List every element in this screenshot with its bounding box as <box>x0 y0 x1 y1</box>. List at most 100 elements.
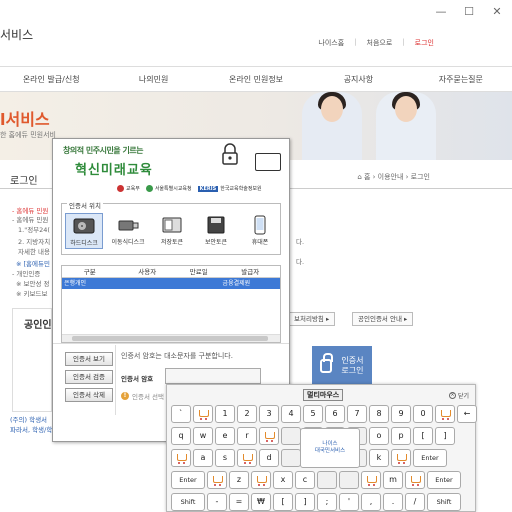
blank-key[interactable] <box>339 471 359 489</box>
notice-text: ※ 보안성 정 <box>16 280 50 288</box>
blank-key-cart-icon[interactable] <box>361 471 381 489</box>
keyboard-key[interactable]: k <box>369 449 389 467</box>
blank-key[interactable] <box>281 449 301 467</box>
cert-login-button[interactable]: 인증서 로그인 <box>312 346 372 386</box>
keyboard-key[interactable]: 1 <box>215 405 235 423</box>
certificate-guide-button[interactable]: 공인인증서 안내 ▸ <box>352 312 414 326</box>
keyboard-key[interactable]: d <box>259 449 279 467</box>
keyboard-key[interactable]: 4 <box>281 405 301 423</box>
blank-key-cart-icon[interactable] <box>435 405 455 423</box>
horizontal-scrollbar[interactable] <box>62 334 280 342</box>
column-header[interactable]: 발급자 <box>221 266 280 277</box>
blank-key[interactable] <box>281 427 301 445</box>
link-home-start[interactable]: 처음으로 <box>367 38 393 48</box>
maximize-icon[interactable]: ☐ <box>462 5 476 18</box>
keyboard-key[interactable]: Shift <box>427 493 461 511</box>
keyboard-key[interactable]: r <box>237 427 257 445</box>
minimize-icon[interactable]: — <box>434 5 448 18</box>
keyboard-key[interactable]: 9 <box>391 405 411 423</box>
location-security-token[interactable]: 보안토큰 <box>197 213 235 249</box>
top-links: 나이스홈 | 처음으로 | 로그인 <box>318 38 434 48</box>
location-usb-drive[interactable]: 이동식디스크 <box>109 213 147 249</box>
keyboard-key[interactable]: s <box>215 449 235 467</box>
keyboard-key[interactable]: m <box>383 471 403 489</box>
keyboard-key[interactable]: - <box>207 493 227 511</box>
blank-key-cart-icon[interactable] <box>207 471 227 489</box>
keyboard-key[interactable]: Enter <box>413 449 447 467</box>
table-row[interactable]: 은행개인 금융결제원 <box>62 278 280 289</box>
blank-key-cart-icon[interactable] <box>405 471 425 489</box>
divider: | <box>402 38 405 46</box>
keyboard-key[interactable]: ; <box>317 493 337 511</box>
keyboard-key[interactable]: p <box>391 427 411 445</box>
close-icon[interactable]: ✕ <box>490 5 504 18</box>
nav-online-info[interactable]: 온라인 민원정보 <box>205 67 307 91</box>
keyboard-key[interactable]: = <box>229 493 249 511</box>
nav-faq[interactable]: 자주묻는질문 <box>410 67 512 91</box>
password-field[interactable] <box>165 368 261 384</box>
keyboard-key[interactable]: z <box>229 471 249 489</box>
column-header[interactable]: 만료일 <box>177 266 221 277</box>
notice-link[interactable]: ※ [홈에듀민 <box>16 258 50 268</box>
keyboard-key[interactable]: 5 <box>303 405 323 423</box>
keyboard-key[interactable]: x <box>273 471 293 489</box>
lock-icon <box>320 353 334 373</box>
keyboard-key[interactable]: ] <box>435 427 455 445</box>
blank-key-cart-icon[interactable] <box>193 405 213 423</box>
keyboard-key[interactable]: 7 <box>347 405 367 423</box>
nav-online-issue[interactable]: 온라인 발급/신청 <box>0 67 102 91</box>
keyboard-key[interactable]: [ <box>273 493 293 511</box>
blank-key-cart-icon[interactable] <box>251 471 271 489</box>
keyboard-close-button[interactable]: × 닫기 <box>448 391 469 400</box>
keyboard-key[interactable]: a <box>193 449 213 467</box>
keyboard-key[interactable]: 6 <box>325 405 345 423</box>
keyboard-key[interactable]: 2 <box>237 405 257 423</box>
keyboard-key[interactable]: e <box>215 427 235 445</box>
column-header[interactable]: 사용자 <box>117 266 176 277</box>
hard-disk-icon <box>73 218 95 234</box>
keyboard-key[interactable]: 3 <box>259 405 279 423</box>
notice-text: 2. 지방자치 <box>18 238 51 246</box>
password-label: 인증서 암호 <box>121 375 154 383</box>
keyboard-key[interactable]: Enter <box>171 471 205 489</box>
location-hard-disk[interactable]: 하드디스크 <box>65 213 103 249</box>
location-storage-token[interactable]: 저장토큰 <box>153 213 191 249</box>
keyboard-key[interactable]: [ <box>413 427 433 445</box>
keyboard-key[interactable]: Shift <box>171 493 205 511</box>
keyboard-key[interactable]: ₩ <box>251 493 271 511</box>
keyboard-key[interactable]: o <box>369 427 389 445</box>
site-title: 서비스 <box>0 28 34 42</box>
keyboard-key[interactable]: ] <box>295 493 315 511</box>
delete-cert-button[interactable]: 인증서 삭제 <box>65 388 113 402</box>
backspace-key[interactable]: ← <box>457 405 477 423</box>
keyboard-key[interactable]: , <box>361 493 381 511</box>
blank-key-cart-icon[interactable] <box>259 427 279 445</box>
keyboard-key[interactable]: 8 <box>369 405 389 423</box>
table-cell <box>177 278 221 289</box>
privacy-policy-button[interactable]: 보처리방침 ▸ <box>288 312 336 326</box>
keyboard-key[interactable]: . <box>383 493 403 511</box>
blank-key[interactable] <box>317 471 337 489</box>
keyboard-key[interactable]: q <box>171 427 191 445</box>
mobile-phone-icon <box>254 215 266 235</box>
keyboard-key[interactable]: c <box>295 471 315 489</box>
nav-notices[interactable]: 공지사항 <box>307 67 409 91</box>
keyboard-key[interactable]: w <box>193 427 213 445</box>
blank-key-cart-icon[interactable] <box>171 449 191 467</box>
verify-cert-button[interactable]: 인증서 검증 <box>65 370 113 384</box>
nav-my-complaints[interactable]: 나의민원 <box>102 67 204 91</box>
keyboard-key[interactable]: ` <box>171 405 191 423</box>
column-header[interactable]: 구분 <box>62 266 117 277</box>
keyboard-key[interactable]: ' <box>339 493 359 511</box>
table-cell <box>117 278 176 289</box>
page-title: 로그인 <box>10 176 38 187</box>
keyboard-key[interactable]: / <box>405 493 425 511</box>
keyboard-key[interactable]: 0 <box>413 405 433 423</box>
blank-key-cart-icon[interactable] <box>391 449 411 467</box>
location-mobile-phone[interactable]: 휴대폰 <box>241 213 279 249</box>
keyboard-key[interactable]: Enter <box>427 471 461 489</box>
blank-key-cart-icon[interactable] <box>237 449 257 467</box>
view-cert-button[interactable]: 인증서 보기 <box>65 352 113 366</box>
link-nice-home[interactable]: 나이스홈 <box>318 38 344 48</box>
link-login[interactable]: 로그인 <box>415 38 434 48</box>
